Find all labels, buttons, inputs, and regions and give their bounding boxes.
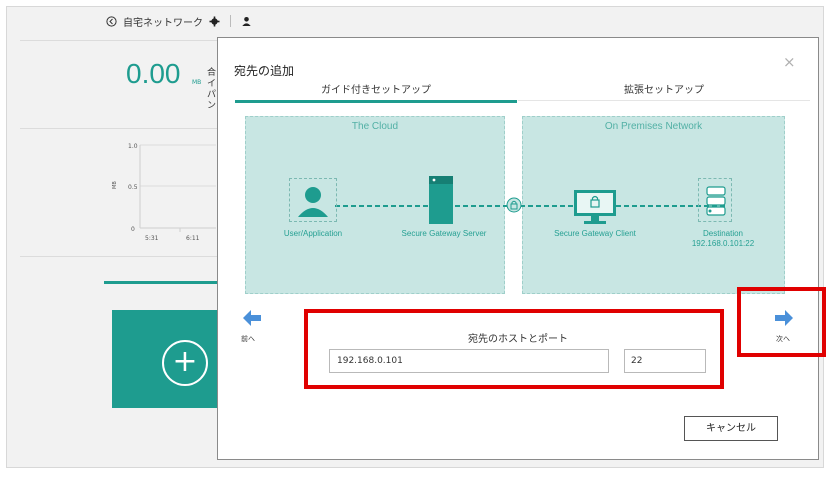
chart-y-tick: 0.5	[128, 184, 138, 191]
back-circle-icon[interactable]	[106, 15, 117, 27]
top-bar: 自宅ネットワーク	[106, 12, 252, 30]
chart-y-label: MB	[112, 181, 118, 189]
back-arrow-icon[interactable]	[241, 308, 263, 328]
data-usage-value: 0.00	[126, 58, 181, 89]
lock-icon	[506, 197, 522, 213]
user-application-label: User/Application	[283, 229, 343, 238]
chart-x-tick: 5:31	[145, 235, 159, 242]
destination-title: Destination	[702, 229, 744, 238]
server-icon	[429, 176, 453, 224]
chart-x-tick: 6:11	[186, 235, 200, 242]
highlight-next	[737, 287, 826, 357]
divider	[20, 40, 230, 41]
add-destination-tile[interactable]: +	[112, 310, 218, 408]
usage-chart: 1.0 0.5 0 MB 5:31 6:11	[112, 143, 216, 242]
destination-label: Destination 192.168.0.101:22	[673, 229, 773, 249]
network-name[interactable]: 自宅ネットワーク	[123, 14, 203, 29]
tab-indicator	[104, 281, 218, 284]
screen: 自宅ネットワーク 0.00 MB 合イパン 1.0 0.5 0 MB 5:31 …	[0, 0, 840, 481]
add-destination-dialog: 宛先の追加 × ガイド付きセットアップ 拡張セットアップ The Cloud O…	[217, 37, 819, 460]
divider	[230, 15, 231, 27]
prev-label[interactable]: 前へ	[241, 334, 255, 344]
highlight-host-port	[304, 309, 724, 389]
database-icon	[698, 178, 732, 222]
chart-y-tick: 1.0	[128, 143, 138, 150]
user-icon	[289, 178, 337, 222]
gear-icon[interactable]	[209, 16, 220, 27]
secure-gateway-server-label: Secure Gateway Server	[401, 229, 487, 238]
plus-circle-icon: +	[162, 340, 208, 386]
connection-diagram	[335, 205, 728, 207]
chart-y-tick: 0	[131, 226, 135, 233]
destination-address: 192.168.0.101:22	[691, 239, 755, 248]
user-account-icon[interactable]	[241, 16, 252, 27]
cancel-button[interactable]: キャンセル	[684, 416, 778, 441]
divider	[20, 256, 230, 257]
data-usage-unit: MB	[192, 79, 202, 86]
divider	[20, 128, 230, 129]
secure-gateway-client-label: Secure Gateway Client	[554, 229, 636, 238]
monitor-lock-icon	[574, 190, 616, 224]
